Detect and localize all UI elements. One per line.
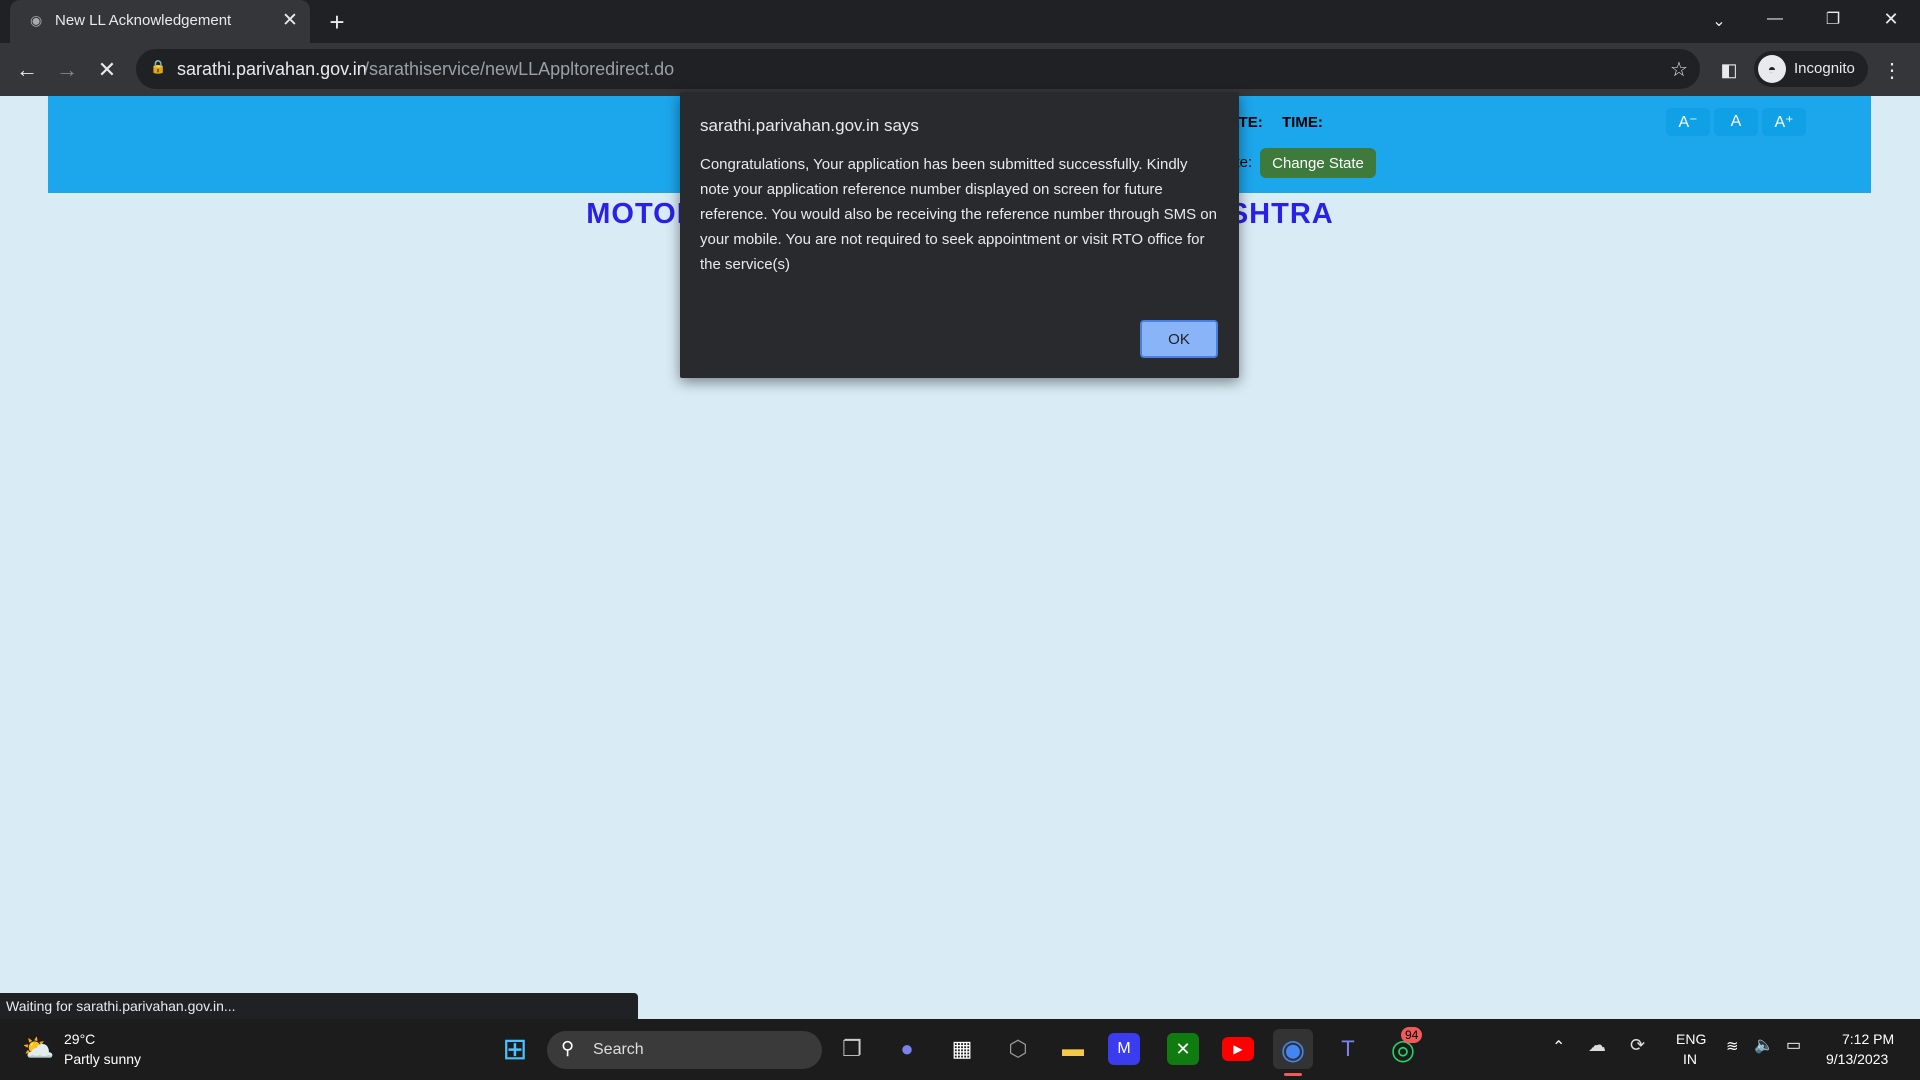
bookmark-star-icon[interactable]: ☆ [1666, 55, 1692, 83]
url-host: sarathi.parivahan.gov.in [177, 59, 367, 79]
address-bar[interactable]: 🔒 sarathi.parivahan.gov.in /sarathiservi… [136, 49, 1700, 89]
weather-icon[interactable]: ⛅ [22, 1033, 54, 1064]
search-label: Search [593, 1041, 644, 1058]
dialog-title: sarathi.parivahan.gov.in says [700, 116, 919, 135]
tab-strip: ◉ New LL Acknowledgement ✕ + ⌄ — ❐ ✕ [0, 0, 1920, 43]
restore-icon[interactable]: ❐ [1820, 6, 1846, 32]
back-icon[interactable]: ← [12, 55, 42, 85]
sync-icon[interactable]: ⟳ [1630, 1035, 1645, 1056]
clock-date[interactable]: 9/13/2023 [1826, 1051, 1888, 1067]
new-tab-icon[interactable]: + [322, 7, 352, 37]
profile-label: Incognito [1794, 60, 1855, 77]
font-decrease-button[interactable]: A⁻ [1666, 108, 1710, 136]
weather-temp: 29°C [64, 1031, 96, 1047]
volume-icon[interactable]: 🔈 [1754, 1035, 1774, 1055]
tab-search-icon[interactable]: ⌄ [1706, 8, 1732, 34]
search-icon: ⚲ [561, 1038, 575, 1058]
language[interactable]: ENG [1676, 1031, 1706, 1047]
close-window-icon[interactable]: ✕ [1878, 6, 1904, 32]
wifi-icon[interactable]: ≋ [1726, 1037, 1739, 1055]
chrome-icon[interactable]: ◉ [1273, 1029, 1313, 1069]
file-explorer-icon[interactable]: ▬ [1053, 1029, 1093, 1069]
tab-title: New LL Acknowledgement [55, 12, 232, 29]
url-path: /sarathiservice/newLLAppltoredirect.do [364, 59, 675, 79]
active-indicator [1284, 1073, 1302, 1076]
forward-icon[interactable]: → [52, 55, 82, 85]
windows-start-icon[interactable]: ⊞ [495, 1029, 535, 1069]
side-panel-icon[interactable]: ◧ [1716, 55, 1742, 85]
show-hidden-icons[interactable]: ⌃ [1552, 1037, 1565, 1057]
time-label: TIME: [1282, 114, 1323, 131]
font-increase-button[interactable]: A⁺ [1762, 108, 1806, 136]
taskbar: ⛅ 29°C Partly sunny ⊞ ⚲ Search ❐ ● ▦ ⬡ ▬… [0, 1019, 1920, 1080]
minimize-icon[interactable]: — [1762, 6, 1788, 32]
app-icon[interactable]: ⬡ [998, 1029, 1038, 1069]
dialog-message: Congratulations, Your application has be… [700, 156, 1217, 273]
change-state-button[interactable]: Change State [1260, 148, 1376, 178]
font-normal-button[interactable]: A [1714, 108, 1758, 136]
task-view-icon[interactable]: ❐ [832, 1029, 872, 1069]
whatsapp-badge: 94 [1401, 1027, 1423, 1043]
weather-desc: Partly sunny [64, 1051, 142, 1067]
youtube-icon[interactable]: ▶ [1222, 1037, 1254, 1061]
incognito-icon: ◓ [1758, 55, 1786, 83]
meet-icon[interactable]: ● [887, 1029, 927, 1069]
region[interactable]: IN [1683, 1051, 1697, 1067]
ok-button[interactable]: OK [1140, 320, 1218, 358]
globe-icon: ◉ [30, 12, 43, 28]
microsoft-store-icon[interactable]: ▦ [942, 1029, 982, 1069]
teams-icon[interactable]: T [1328, 1029, 1368, 1069]
close-tab-icon[interactable]: ✕ [282, 9, 298, 32]
onedrive-icon[interactable]: ☁ [1588, 1035, 1606, 1056]
status-bar: Waiting for sarathi.parivahan.gov.in... [0, 993, 638, 1019]
xbox-icon[interactable]: ✕ [1167, 1033, 1199, 1065]
clock-time[interactable]: 7:12 PM [1842, 1031, 1894, 1047]
incognito-profile-button[interactable]: ◓ Incognito [1754, 51, 1868, 87]
browser-toolbar: ← → ✕ 🔒 sarathi.parivahan.gov.in /sarath… [0, 43, 1920, 96]
taskbar-search[interactable]: ⚲ Search [547, 1031, 822, 1069]
battery-icon[interactable]: ▭ [1786, 1035, 1801, 1055]
stop-loading-icon[interactable]: ✕ [92, 55, 122, 85]
menu-icon[interactable]: ⋮ [1880, 55, 1904, 85]
lock-icon: 🔒 [150, 59, 167, 74]
browser-tab[interactable]: ◉ New LL Acknowledgement ✕ [10, 0, 310, 43]
app-m-icon[interactable]: M [1108, 1033, 1140, 1065]
